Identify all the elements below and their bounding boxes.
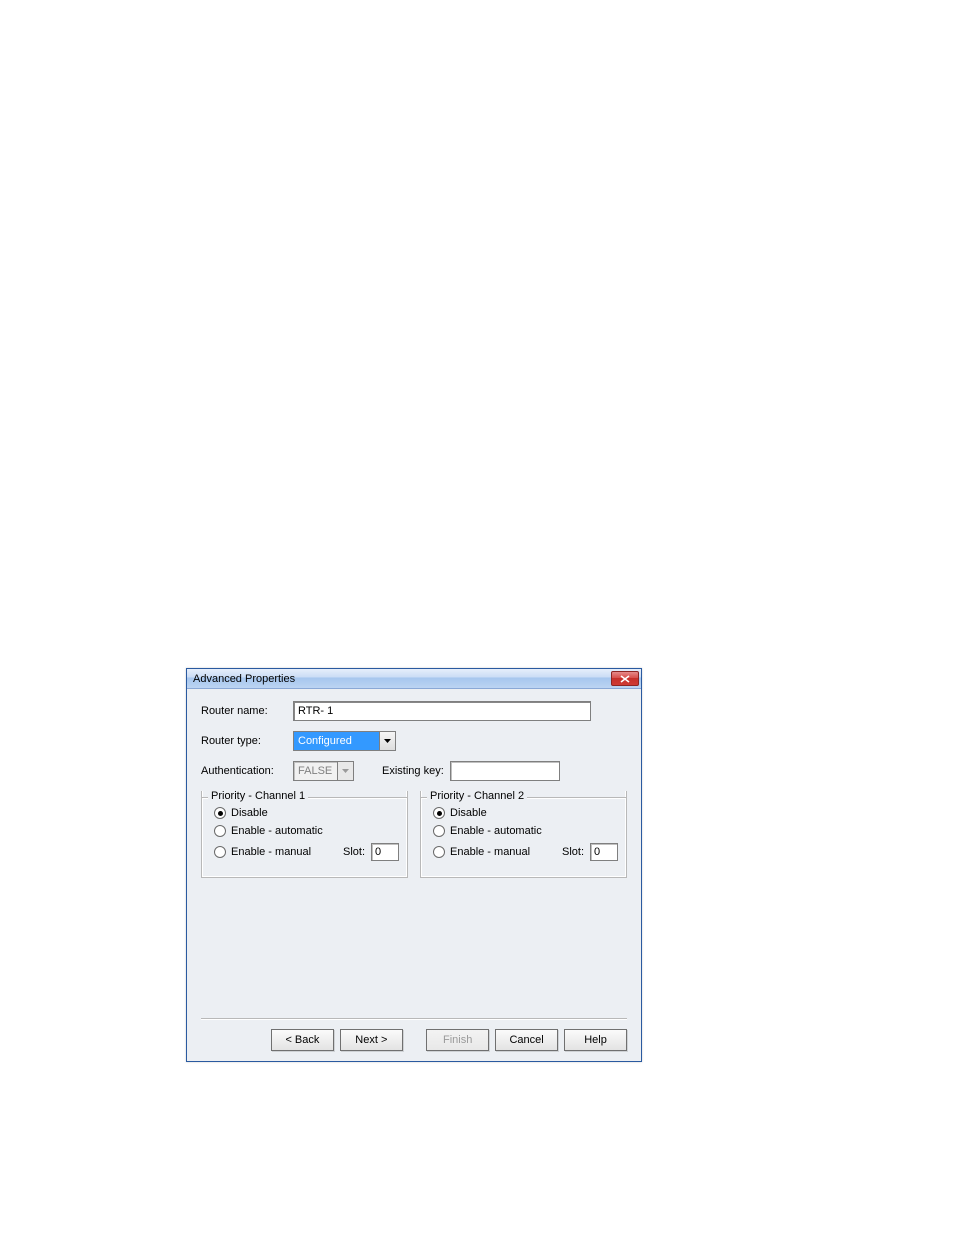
ch2-enable-manual-row[interactable]: Enable - manual Slot: xyxy=(433,843,618,861)
ch1-disable-label: Disable xyxy=(231,807,268,819)
ch1-enable-manual-row[interactable]: Enable - manual Slot: xyxy=(214,843,399,861)
ch2-slot-input[interactable] xyxy=(590,843,618,861)
help-button[interactable]: Help xyxy=(564,1029,627,1051)
authentication-select: FALSE xyxy=(293,761,354,781)
priority-channel-2-legend: Priority - Channel 2 xyxy=(427,790,527,802)
back-button[interactable]: < Back xyxy=(271,1029,334,1051)
ch2-disable-label: Disable xyxy=(450,807,487,819)
ch2-disable-radio[interactable] xyxy=(433,807,445,819)
cancel-button[interactable]: Cancel xyxy=(495,1029,558,1051)
dialog-footer: < Back Next > Finish Cancel Help xyxy=(201,1018,627,1051)
ch1-enable-manual-radio[interactable] xyxy=(214,846,226,858)
ch2-enable-auto-label: Enable - automatic xyxy=(450,825,542,837)
priority-channel-1-legend: Priority - Channel 1 xyxy=(208,790,308,802)
dialog-content: Router name: Router type: Configured Aut… xyxy=(187,689,641,878)
ch2-enable-manual-radio[interactable] xyxy=(433,846,445,858)
priority-channel-1-group: Priority - Channel 1 Disable Enable - au… xyxy=(201,791,408,878)
router-type-value: Configured xyxy=(293,731,379,751)
ch2-enable-auto-radio[interactable] xyxy=(433,825,445,837)
ch1-disable-row[interactable]: Disable xyxy=(214,807,399,819)
authentication-row: Authentication: FALSE Existing key: xyxy=(201,761,627,781)
titlebar[interactable]: Advanced Properties xyxy=(187,669,641,689)
next-button[interactable]: Next > xyxy=(340,1029,403,1051)
router-type-select[interactable]: Configured xyxy=(293,731,396,751)
router-name-label: Router name: xyxy=(201,705,293,717)
chevron-down-icon xyxy=(384,739,391,743)
priority-channel-2-group: Priority - Channel 2 Disable Enable - au… xyxy=(420,791,627,878)
ch2-disable-row[interactable]: Disable xyxy=(433,807,618,819)
ch1-enable-auto-radio[interactable] xyxy=(214,825,226,837)
ch1-slot-input[interactable] xyxy=(371,843,399,861)
ch2-slot-label: Slot: xyxy=(562,846,584,858)
existing-key-label: Existing key: xyxy=(382,765,444,777)
button-gap xyxy=(409,1029,420,1051)
finish-button: Finish xyxy=(426,1029,489,1051)
ch1-enable-auto-row[interactable]: Enable - automatic xyxy=(214,825,399,837)
footer-separator xyxy=(201,1018,627,1019)
ch1-slot-label: Slot: xyxy=(343,846,365,858)
priority-groups: Priority - Channel 1 Disable Enable - au… xyxy=(201,791,627,878)
router-name-input[interactable] xyxy=(293,701,591,721)
dialog-title: Advanced Properties xyxy=(193,673,295,685)
ch1-slot-wrap: Slot: xyxy=(343,843,399,861)
wizard-button-row: < Back Next > Finish Cancel Help xyxy=(201,1029,627,1051)
ch2-enable-manual-label: Enable - manual xyxy=(450,846,530,858)
router-type-label: Router type: xyxy=(201,735,293,747)
ch2-slot-wrap: Slot: xyxy=(562,843,618,861)
chevron-down-icon xyxy=(342,769,349,773)
authentication-label: Authentication: xyxy=(201,765,293,777)
authentication-dropdown-button xyxy=(337,761,354,781)
close-button[interactable] xyxy=(611,671,639,686)
close-icon xyxy=(620,675,630,683)
ch2-enable-auto-row[interactable]: Enable - automatic xyxy=(433,825,618,837)
authentication-value: FALSE xyxy=(293,761,337,781)
ch1-enable-auto-label: Enable - automatic xyxy=(231,825,323,837)
ch1-disable-radio[interactable] xyxy=(214,807,226,819)
advanced-properties-dialog: Advanced Properties Router name: Router … xyxy=(186,668,642,1062)
router-type-row: Router type: Configured xyxy=(201,731,627,751)
existing-key-input[interactable] xyxy=(450,761,560,781)
ch1-enable-manual-label: Enable - manual xyxy=(231,846,311,858)
router-name-row: Router name: xyxy=(201,701,627,721)
router-type-dropdown-button[interactable] xyxy=(379,731,396,751)
